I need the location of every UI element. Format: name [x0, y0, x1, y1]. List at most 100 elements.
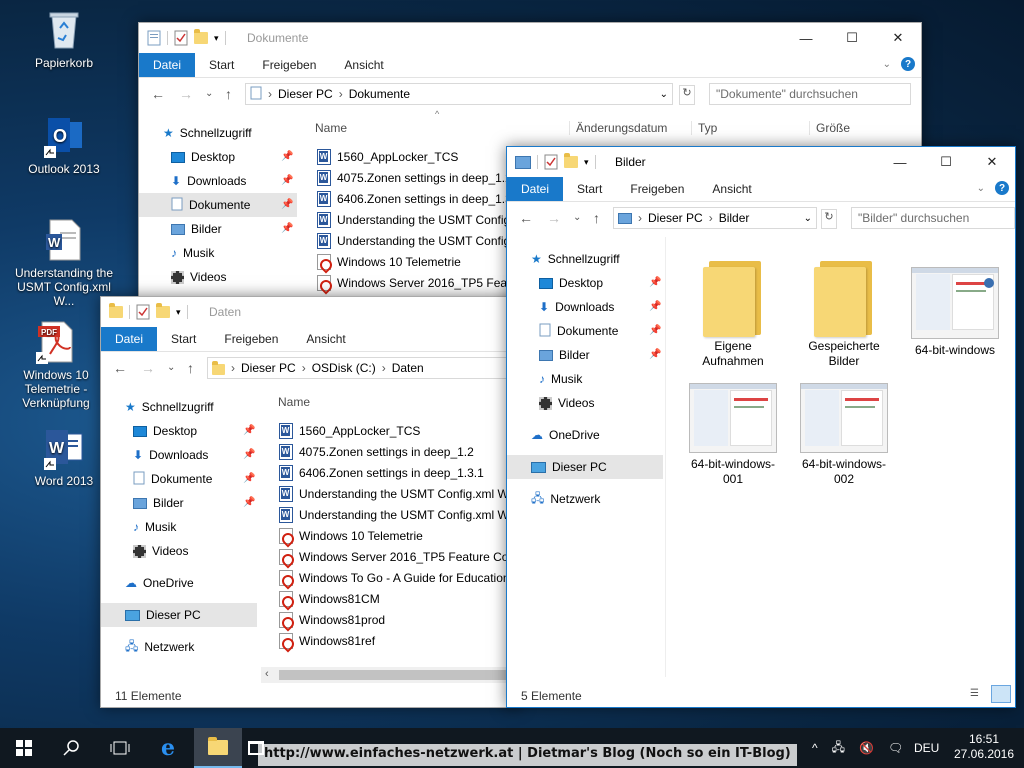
new-folder-icon[interactable] [194, 29, 208, 44]
pin-icon[interactable]: 📌 [649, 301, 661, 312]
nav-item-netzwerk[interactable]: 🖧 Netzwerk [531, 487, 600, 511]
breadcrumb-dokumente[interactable]: Dokumente [349, 87, 410, 101]
volume-muted-icon[interactable]: 🔇 [859, 741, 874, 755]
pin-icon[interactable]: 📌 [281, 151, 293, 162]
pin-icon[interactable]: 📌 [281, 175, 293, 186]
up-arrow-icon[interactable]: ↑ [593, 210, 600, 226]
address-box[interactable]: › Dieser PC › OSDisk (C:) › Daten [207, 357, 519, 379]
nav-item-bilder[interactable]: Bilder [171, 217, 222, 241]
help-icon[interactable]: ? [995, 181, 1009, 195]
search-input[interactable]: "Dokumente" durchsuchen [709, 83, 911, 105]
nav-item-downloads[interactable]: ⬇ Downloads [133, 443, 208, 467]
file-row[interactable]: Windows81prod [279, 609, 385, 630]
file-row[interactable]: Windows 10 Telemetrie [317, 251, 461, 272]
nav-item-desktop[interactable]: Desktop [171, 145, 235, 169]
chevron-down-icon[interactable]: ⌄ [804, 213, 812, 224]
pin-icon[interactable]: 📌 [243, 449, 255, 460]
pin-icon[interactable]: 📌 [649, 349, 661, 360]
recent-chevron-icon[interactable]: ⌄ [167, 362, 175, 373]
back-arrow-icon[interactable]: ← [519, 210, 533, 226]
file-row[interactable]: 4075.Zonen settings in deep_1.2 [279, 441, 474, 462]
breadcrumb-osdisk[interactable]: OSDisk (C:) [312, 361, 376, 375]
nav-item-schnellzugriff[interactable]: ★ Schnellzugriff [125, 395, 214, 419]
task-view-button[interactable] [96, 728, 144, 768]
tab-start[interactable]: Start [563, 177, 616, 201]
notification-icon[interactable]: 🗨 [888, 741, 903, 755]
nav-item-dokumente[interactable]: Dokumente [133, 467, 212, 491]
nav-item-onedrive[interactable]: ☁ OneDrive [125, 571, 194, 595]
tab-ansicht[interactable]: Ansicht [330, 53, 397, 77]
desktop-icon-recycle-bin[interactable]: Papierkorb [16, 8, 112, 70]
pin-icon[interactable]: 📌 [281, 199, 293, 210]
forward-arrow-icon[interactable]: → [547, 210, 561, 226]
nav-item-schnellzugriff[interactable]: ★ Schnellzugriff [163, 121, 252, 145]
desktop-icon-telemetrie-shortcut[interactable]: PDF Windows 10 Telemetrie - Verknüpfung [4, 320, 108, 410]
refresh-icon[interactable]: ↻ [821, 209, 837, 229]
maximize-button[interactable]: ☐ [829, 23, 875, 53]
nav-item-musik[interactable]: ♪ Musik [539, 367, 582, 391]
recent-chevron-icon[interactable]: ⌄ [573, 212, 581, 223]
minimize-button[interactable]: — [783, 23, 829, 53]
nav-item-downloads[interactable]: ⬇ Downloads [171, 169, 246, 193]
breadcrumb-dieser-pc[interactable]: Dieser PC [648, 211, 703, 225]
file-row[interactable]: Windows Server 2016_TP5 Feature Com [279, 546, 518, 567]
file-row[interactable]: Understanding the USMT Config.xml W [279, 483, 509, 504]
recent-chevron-icon[interactable]: ⌄ [205, 88, 213, 99]
properties-icon[interactable] [544, 154, 558, 170]
nav-item-dokumente[interactable]: Dokumente [139, 193, 297, 217]
column-header-type[interactable]: Typ [691, 121, 717, 135]
new-folder-icon[interactable] [156, 303, 170, 318]
image-item-64-bit-windows-001[interactable]: 64-bit-windows-001 [683, 383, 783, 487]
close-button[interactable]: ✕ [969, 147, 1015, 177]
nav-item-onedrive[interactable]: ☁ OneDrive [531, 423, 600, 447]
search-input[interactable]: "Bilder" durchsuchen [851, 207, 1015, 229]
new-folder-icon[interactable] [564, 153, 578, 168]
network-status-icon[interactable]: 🖧 [832, 738, 845, 759]
file-row[interactable]: 4075.Zonen settings in deep_1.2 [317, 167, 512, 188]
file-row[interactable]: 6406.Zonen settings in deep_1.3.1 [279, 462, 484, 483]
desktop-icon-outlook[interactable]: O Outlook 2013 [16, 114, 112, 176]
language-indicator[interactable]: DEU [914, 728, 939, 768]
nav-item-schnellzugriff[interactable]: ★ Schnellzugriff [531, 247, 620, 271]
clock[interactable]: 16:51 27.06.2016 [948, 732, 1020, 762]
nav-item-dokumente[interactable]: Dokumente [539, 319, 618, 343]
nav-item-downloads[interactable]: ⬇ Downloads [539, 295, 614, 319]
scrollbar-thumb[interactable] [279, 670, 515, 680]
pin-icon[interactable]: 📌 [243, 473, 255, 484]
nav-item-musik[interactable]: ♪ Musik [171, 241, 214, 265]
tab-freigeben[interactable]: Freigeben [248, 53, 330, 77]
nav-item-bilder[interactable]: Bilder [539, 343, 590, 367]
pin-icon[interactable]: 📌 [243, 425, 255, 436]
nav-item-dieser-pc[interactable]: Dieser PC [101, 603, 257, 627]
chevron-down-icon[interactable]: ▾ [176, 307, 181, 318]
tab-datei[interactable]: Datei [507, 177, 564, 201]
column-header-name[interactable]: Name [315, 121, 347, 135]
tab-freigeben[interactable]: Freigeben [210, 327, 292, 351]
properties-icon[interactable] [174, 30, 188, 46]
image-item-64-bit-windows-002[interactable]: 64-bit-windows-002 [794, 383, 894, 487]
pane-divider[interactable] [665, 237, 666, 677]
nav-item-desktop[interactable]: Desktop [133, 419, 197, 443]
breadcrumb-dieser-pc[interactable]: Dieser PC [278, 87, 333, 101]
tab-start[interactable]: Start [195, 53, 248, 77]
large-icons-view-icon[interactable] [991, 685, 1011, 703]
chevron-down-icon[interactable]: ⌄ [883, 59, 891, 70]
title-bar[interactable]: ▾ Dokumente — ☐ ✕ [139, 23, 921, 53]
nav-item-desktop[interactable]: Desktop [539, 271, 603, 295]
help-icon[interactable]: ? [901, 57, 915, 71]
title-bar[interactable]: ▾ Bilder — ☐ ✕ [507, 147, 1015, 177]
properties-icon[interactable] [136, 304, 150, 320]
nav-item-bilder[interactable]: Bilder [133, 491, 184, 515]
title-bar[interactable]: ▾ Daten [101, 297, 519, 327]
minimize-button[interactable]: — [877, 147, 923, 177]
file-row[interactable]: 1560_AppLocker_TCS [317, 146, 458, 167]
file-row[interactable]: 6406.Zonen settings in deep_1.3.1 [317, 188, 522, 209]
back-arrow-icon[interactable]: ← [113, 360, 127, 376]
folder-item-eigene-aufnahmen[interactable]: Eigene Aufnahmen [687, 255, 779, 369]
horizontal-scrollbar[interactable]: ‹ [261, 667, 519, 683]
image-item-64-bit-windows[interactable]: 64-bit-windows [905, 267, 1005, 358]
nav-item-videos[interactable]: Videos [171, 265, 226, 289]
forward-arrow-icon[interactable]: → [179, 86, 193, 102]
address-box[interactable]: › Dieser PC › Dokumente ⌄ [245, 83, 673, 105]
file-row[interactable]: Windows81ref [279, 630, 375, 651]
